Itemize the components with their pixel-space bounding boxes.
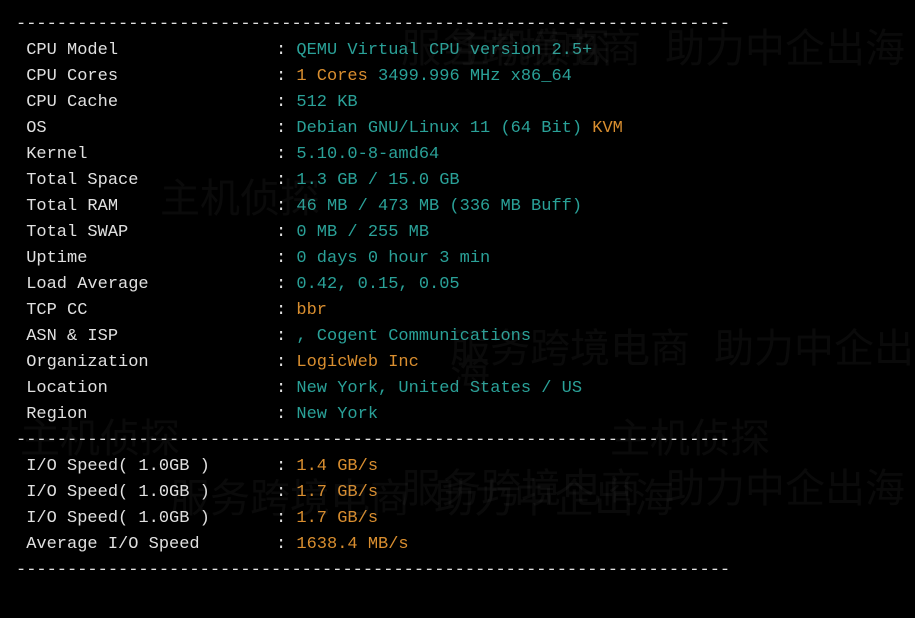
colon-separator: :	[276, 272, 296, 298]
colon-separator: :	[276, 168, 296, 194]
colon-separator: :	[276, 532, 296, 558]
info-value: 0.42, 0.15, 0.05	[296, 272, 459, 298]
colon-separator: :	[276, 220, 296, 246]
info-label: CPU Model	[16, 38, 276, 64]
info-row: I/O Speed( 1.0GB ) : 1.7 GB/s	[16, 480, 899, 506]
info-label: CPU Cores	[16, 64, 276, 90]
colon-separator: :	[276, 38, 296, 64]
divider-line: ----------------------------------------…	[16, 558, 899, 584]
info-value: LogicWeb Inc	[296, 350, 418, 376]
colon-separator: :	[276, 194, 296, 220]
info-label: CPU Cache	[16, 90, 276, 116]
colon-separator: :	[276, 350, 296, 376]
info-value: 0 days 0 hour 3 min	[296, 246, 490, 272]
info-value: 3499.996 MHz x86_64	[378, 64, 572, 90]
colon-separator: :	[276, 246, 296, 272]
info-label: I/O Speed( 1.0GB )	[16, 506, 276, 532]
colon-separator: :	[276, 402, 296, 428]
info-row: Total Space : 1.3 GB / 15.0 GB	[16, 168, 899, 194]
colon-separator: :	[276, 324, 296, 350]
info-row: CPU Cores : 1 Cores 3499.996 MHz x86_64	[16, 64, 899, 90]
info-label: Uptime	[16, 246, 276, 272]
info-label: I/O Speed( 1.0GB )	[16, 480, 276, 506]
info-value: 1 Cores	[296, 64, 378, 90]
divider-line: ----------------------------------------…	[16, 12, 899, 38]
info-value: 0 MB / 255 MB	[296, 220, 429, 246]
info-label: TCP CC	[16, 298, 276, 324]
colon-separator: :	[276, 116, 296, 142]
info-value: 46 MB / 473 MB (336 MB Buff)	[296, 194, 582, 220]
info-value: New York	[296, 402, 378, 428]
info-value: KVM	[592, 116, 623, 142]
info-value: 1.3 GB / 15.0 GB	[296, 168, 459, 194]
info-value: Debian GNU/Linux 11 (64 Bit)	[296, 116, 592, 142]
info-value: New York, United States / US	[296, 376, 582, 402]
colon-separator: :	[276, 376, 296, 402]
info-row: I/O Speed( 1.0GB ) : 1.4 GB/s	[16, 454, 899, 480]
colon-separator: :	[276, 64, 296, 90]
info-label: Load Average	[16, 272, 276, 298]
info-value: 512 KB	[296, 90, 357, 116]
info-row: Average I/O Speed : 1638.4 MB/s	[16, 532, 899, 558]
info-row: Kernel : 5.10.0-8-amd64	[16, 142, 899, 168]
info-row: TCP CC : bbr	[16, 298, 899, 324]
info-row: OS : Debian GNU/Linux 11 (64 Bit) KVM	[16, 116, 899, 142]
info-label: Location	[16, 376, 276, 402]
info-label: Average I/O Speed	[16, 532, 276, 558]
info-label: Total SWAP	[16, 220, 276, 246]
terminal-output: ----------------------------------------…	[16, 12, 899, 584]
info-value: 1638.4 MB/s	[296, 532, 408, 558]
info-row: Organization : LogicWeb Inc	[16, 350, 899, 376]
colon-separator: :	[276, 506, 296, 532]
info-row: ASN & ISP : , Cogent Communications	[16, 324, 899, 350]
colon-separator: :	[276, 454, 296, 480]
info-row: Uptime : 0 days 0 hour 3 min	[16, 246, 899, 272]
info-label: Kernel	[16, 142, 276, 168]
info-value: bbr	[296, 298, 327, 324]
info-value: , Cogent Communications	[296, 324, 531, 350]
info-label: Region	[16, 402, 276, 428]
info-value: 1.7 GB/s	[296, 480, 378, 506]
info-row: CPU Cache : 512 KB	[16, 90, 899, 116]
info-value: 1.4 GB/s	[296, 454, 378, 480]
info-label: Total Space	[16, 168, 276, 194]
info-row: Total SWAP : 0 MB / 255 MB	[16, 220, 899, 246]
info-value: QEMU Virtual CPU version 2.5+	[296, 38, 592, 64]
info-label: Total RAM	[16, 194, 276, 220]
info-row: Total RAM : 46 MB / 473 MB (336 MB Buff)	[16, 194, 899, 220]
colon-separator: :	[276, 90, 296, 116]
info-row: CPU Model : QEMU Virtual CPU version 2.5…	[16, 38, 899, 64]
info-label: OS	[16, 116, 276, 142]
colon-separator: :	[276, 298, 296, 324]
info-value: 1.7 GB/s	[296, 506, 378, 532]
info-label: I/O Speed( 1.0GB )	[16, 454, 276, 480]
info-value: 5.10.0-8-amd64	[296, 142, 439, 168]
info-label: ASN & ISP	[16, 324, 276, 350]
info-row: I/O Speed( 1.0GB ) : 1.7 GB/s	[16, 506, 899, 532]
info-row: Location : New York, United States / US	[16, 376, 899, 402]
info-label: Organization	[16, 350, 276, 376]
divider-line: ----------------------------------------…	[16, 428, 899, 454]
info-row: Region : New York	[16, 402, 899, 428]
colon-separator: :	[276, 480, 296, 506]
info-row: Load Average : 0.42, 0.15, 0.05	[16, 272, 899, 298]
colon-separator: :	[276, 142, 296, 168]
